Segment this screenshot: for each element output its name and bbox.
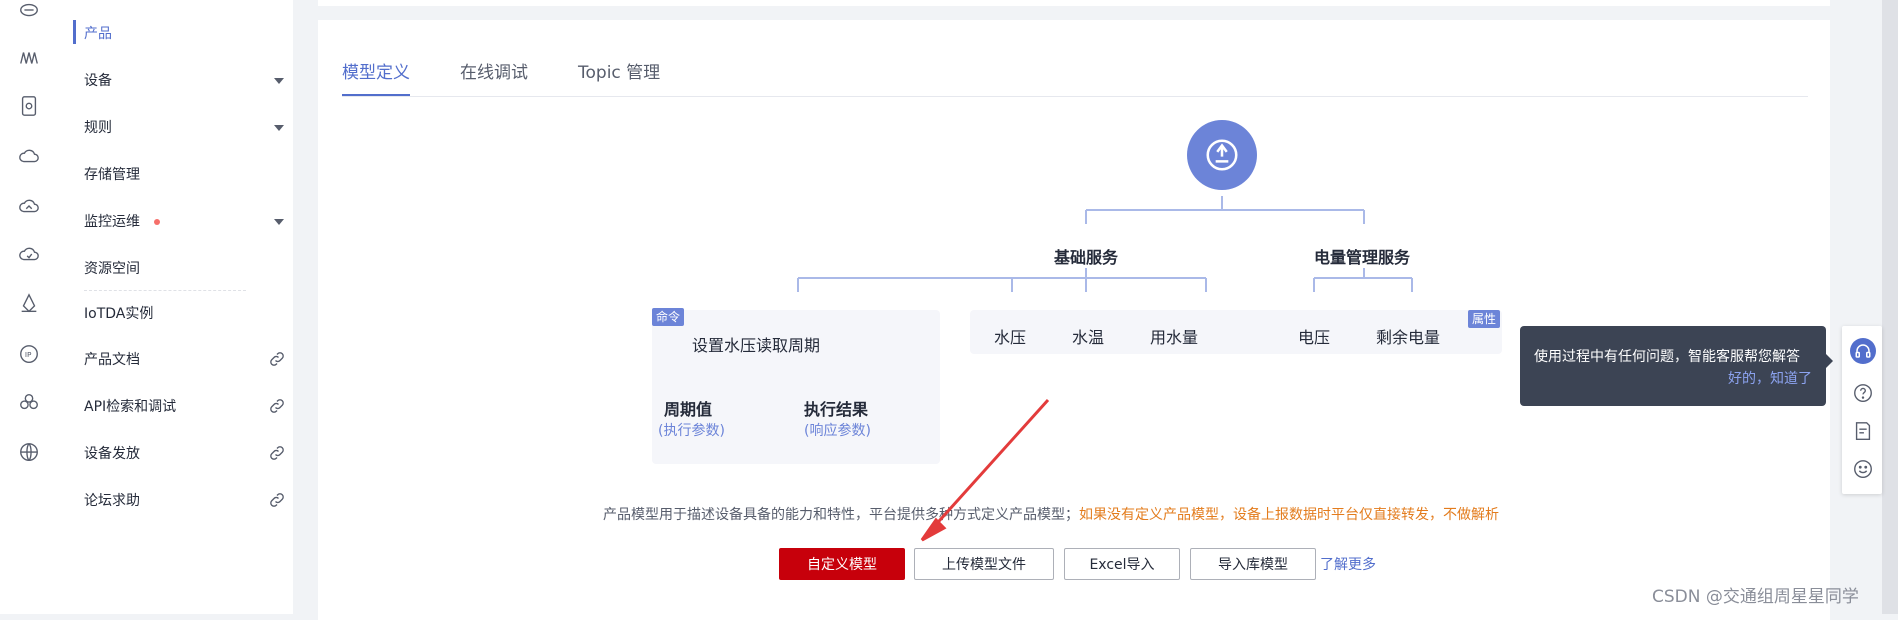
notification-dot: [154, 219, 161, 225]
sidebar-item-label: 设备: [84, 73, 112, 89]
link-icon: [270, 446, 284, 460]
sidebar-item-label: 存储管理: [84, 167, 140, 183]
floating-toolbar: [1842, 326, 1882, 494]
sidebar-item-iotda-instance[interactable]: IoTDA实例: [84, 300, 284, 328]
service-basic: 基础服务: [1054, 248, 1119, 267]
waveform-icon[interactable]: [17, 46, 41, 70]
ip-icon[interactable]: IP: [17, 342, 41, 366]
caret-down-icon: [274, 78, 284, 84]
cloud-sync-icon[interactable]: [17, 242, 41, 266]
device-icon[interactable]: [17, 94, 41, 118]
property-water-pressure: 水压: [994, 328, 1027, 347]
description-warning: 如果没有定义产品模型，设备上报数据时平台仅直接转发，不做解析: [1079, 507, 1499, 523]
smile-icon[interactable]: [1852, 458, 1874, 480]
sidebar-item-label: IoTDA实例: [84, 306, 154, 322]
sidebar-item-api-explorer[interactable]: API检索和调试: [84, 393, 284, 421]
sidebar-item-label: 设备发放: [84, 446, 140, 462]
param-exec-result: 执行结果: [804, 400, 869, 419]
command-name: 设置水压读取周期: [692, 336, 821, 355]
property-remaining-power: 剩余电量: [1376, 328, 1441, 347]
sidebar-divider: [84, 290, 246, 291]
property-tag: 属性: [1468, 310, 1501, 328]
sidebar-item-label: 规则: [84, 120, 112, 136]
sidebar-item-label: API检索和调试: [84, 399, 177, 415]
learn-more-link[interactable]: 了解更多: [1320, 554, 1376, 574]
sidebar-item-label: 产品文档: [84, 352, 140, 368]
sidebar-item-product[interactable]: 产品: [84, 20, 284, 48]
sidebar-item-label: 监控运维: [84, 214, 140, 230]
sidebar-item-storage[interactable]: 存储管理: [84, 161, 284, 189]
tooltip-text: 使用过程中有任何问题，智能客服帮您解答: [1534, 349, 1800, 365]
sidebar-item-label: 论坛求助: [84, 493, 140, 509]
import-library-model-button[interactable]: 导入库模型: [1190, 548, 1316, 580]
command-tag: 命令: [652, 308, 685, 326]
diamond-icon[interactable]: [17, 292, 41, 316]
main-card: 模型定义 在线调试 Topic 管理 基础服务 电量管理服务 命令 设置水压读取…: [318, 20, 1830, 620]
watermark: CSDN @交通组周星星同学: [1652, 587, 1859, 607]
property-water-temp: 水温: [1072, 328, 1105, 347]
param-period-value-sub: (执行参数): [658, 423, 725, 439]
scrollbar-thumb[interactable]: [1882, 0, 1898, 614]
cloud-outline-icon[interactable]: [17, 144, 41, 168]
param-period-value: 周期值: [664, 400, 713, 419]
headset-icon[interactable]: [1850, 338, 1876, 364]
property-water-usage: 用水量: [1150, 328, 1199, 347]
link-icon: [270, 352, 284, 366]
top-card: [318, 0, 1830, 6]
icon-rail: IP: [0, 0, 59, 614]
sidebar-item-resource-space[interactable]: 资源空间: [84, 255, 284, 283]
help-icon[interactable]: [1852, 382, 1874, 404]
sidebar-item-forum[interactable]: 论坛求助: [84, 487, 284, 515]
cloud-icon[interactable]: [17, 0, 41, 22]
param-exec-result-sub: (响应参数): [804, 423, 871, 439]
sidebar-item-device[interactable]: 设备: [84, 67, 284, 95]
svg-text:IP: IP: [25, 350, 32, 359]
service-power: 电量管理服务: [1314, 248, 1411, 267]
cloud-home-icon[interactable]: [17, 194, 41, 218]
sidebar-item-product-docs[interactable]: 产品文档: [84, 346, 284, 374]
sidebar-item-rules[interactable]: 规则: [84, 114, 284, 142]
caret-down-icon: [274, 125, 284, 131]
model-root-icon: [1187, 120, 1257, 190]
link-icon: [270, 493, 284, 507]
sidebar-item-label: 产品: [84, 26, 112, 42]
property-voltage: 电压: [1298, 328, 1331, 347]
feedback-icon[interactable]: [1852, 420, 1874, 442]
annotation-arrow: [920, 398, 1050, 542]
link-icon: [270, 399, 284, 413]
active-indicator: [73, 20, 76, 44]
help-tooltip: 使用过程中有任何问题，智能客服帮您解答 好的，知道了: [1520, 326, 1833, 406]
caret-down-icon: [274, 219, 284, 225]
tooltip-arrow: [1826, 354, 1833, 368]
sidebar-item-monitoring[interactable]: 监控运维: [84, 208, 284, 236]
sidebar-item-label: 资源空间: [84, 261, 140, 277]
sidebar-item-device-provisioning[interactable]: 设备发放: [84, 440, 284, 468]
tooltip-ok-link[interactable]: 好的，知道了: [1728, 368, 1812, 388]
globe-icon[interactable]: [17, 440, 41, 464]
cluster-icon[interactable]: [17, 390, 41, 414]
sidebar: 产品 设备 规则 存储管理 监控运维 资源空间 IoTDA实例 产品文档 API…: [58, 0, 293, 614]
